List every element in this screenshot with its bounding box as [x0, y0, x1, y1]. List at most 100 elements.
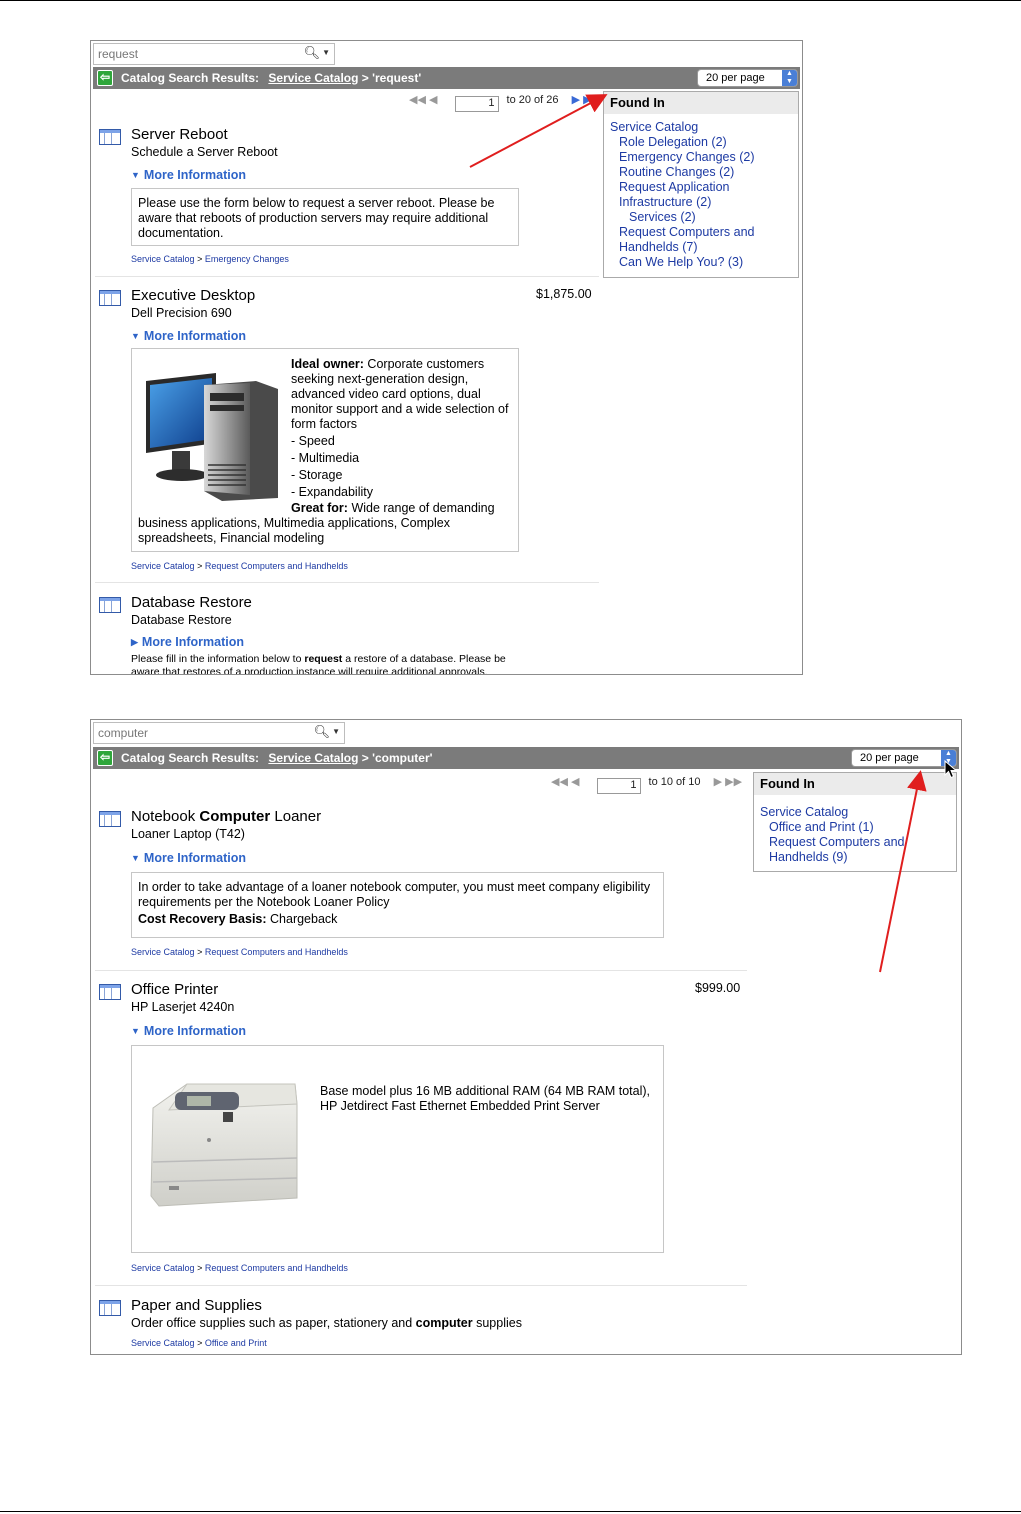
great-for-label: Great for: — [291, 501, 348, 515]
more-information-label: More Information — [143, 1024, 247, 1038]
search-panel-request: 🔍︎▼ ⇦ Catalog Search Results: Service Ca… — [90, 40, 803, 675]
title-suffix: > 'computer' — [361, 751, 433, 765]
crumb-root-link[interactable]: Service Catalog — [131, 561, 195, 571]
page-title: Catalog Search Results: Service Catalog … — [121, 71, 421, 85]
chevron-down-icon[interactable]: ▼ — [332, 727, 340, 736]
found-in-item[interactable]: Can We Help You? (3) — [610, 255, 792, 270]
found-in-item[interactable]: Service Catalog — [760, 805, 950, 820]
more-information-toggle[interactable]: ▼ More Information — [131, 329, 246, 343]
chevron-down-icon[interactable]: ▼ — [322, 48, 330, 57]
back-arrow-icon[interactable]: ⇦ — [97, 70, 113, 86]
crumb-root-link[interactable]: Service Catalog — [131, 947, 195, 957]
cost-recovery-label: Cost Recovery Basis: — [138, 912, 267, 926]
triangle-down-icon: ▼ — [131, 1026, 140, 1036]
title-part: Loaner — [274, 808, 322, 825]
description-box: Base model plus 16 MB additional RAM (64… — [131, 1045, 664, 1253]
found-in-list: Service Catalog Office and Print (1) Req… — [754, 795, 956, 869]
result-subtitle: Order office supplies such as paper, sta… — [131, 1316, 522, 1330]
found-in-item[interactable]: Handhelds (7) — [610, 240, 792, 255]
crumb-leaf-link[interactable]: Emergency Changes — [205, 254, 289, 264]
found-in-item[interactable]: Emergency Changes (2) — [610, 150, 792, 165]
title-link-service-catalog[interactable]: Service Catalog — [268, 751, 358, 765]
more-information-toggle[interactable]: ▼ More Information — [131, 168, 246, 182]
found-in-item[interactable]: Request Application — [610, 180, 792, 195]
next-page-icon[interactable]: ▶ — [572, 94, 580, 106]
more-information-toggle[interactable]: ▼ More Information — [131, 1024, 246, 1038]
result-separator — [95, 970, 747, 971]
found-in-item[interactable]: Office and Print (1) — [760, 820, 950, 835]
found-in-item[interactable]: Request Computers and — [610, 225, 792, 240]
found-in-panel: Found In Service Catalog Office and Prin… — [753, 772, 957, 872]
first-page-icon[interactable]: ◀◀ — [409, 94, 426, 106]
page-number-input[interactable]: 1 — [454, 96, 499, 112]
page-number-input[interactable]: 1 — [596, 778, 641, 794]
result-item: Office Printer HP Laserjet 4240n $999.00… — [99, 981, 749, 1274]
per-page-select[interactable]: 20 per page ▲ ▼ — [851, 749, 957, 767]
result-title[interactable]: Office Printer — [131, 981, 218, 998]
more-information-toggle[interactable]: ▶ More Information — [131, 635, 244, 649]
found-in-item[interactable]: Infrastructure (2) — [610, 195, 792, 210]
page-bottom-rule — [0, 1511, 1021, 1512]
prev-page-icon[interactable]: ◀ — [571, 776, 579, 788]
title-prefix: Catalog Search Results: — [121, 751, 260, 765]
first-page-icon[interactable]: ◀◀ — [551, 776, 568, 788]
last-page-icon[interactable]: ▶▶ — [725, 776, 742, 788]
search-input[interactable] — [94, 44, 257, 64]
crumb-root-link[interactable]: Service Catalog — [131, 1263, 195, 1273]
result-title[interactable]: Database Restore — [131, 594, 252, 611]
search-input[interactable] — [94, 723, 257, 743]
found-in-item[interactable]: Role Delegation (2) — [610, 135, 792, 150]
crumb-leaf-link[interactable]: Request Computers and Handhelds — [205, 561, 348, 571]
search-icon[interactable]: 🔍︎ ▼ — [304, 45, 330, 61]
next-page-icon[interactable]: ▶ — [714, 776, 722, 788]
more-information-toggle[interactable]: ▼ More Information — [131, 851, 246, 865]
search-icon[interactable]: 🔍︎ ▼ — [314, 724, 340, 740]
per-page-select[interactable]: 20 per page ▲ ▼ — [697, 69, 798, 87]
feature-list: - Speed - Multimedia - Storage - Expanda… — [291, 433, 373, 501]
subtitle-part: supplies — [476, 1316, 522, 1330]
crumb-root-link[interactable]: Service Catalog — [131, 1338, 195, 1348]
description-text: Please fill in the information below to … — [131, 653, 517, 674]
title-link-service-catalog[interactable]: Service Catalog — [268, 71, 358, 85]
result-title[interactable]: Executive Desktop — [131, 287, 255, 304]
found-in-item[interactable]: Handhelds (9) — [760, 850, 950, 865]
more-information-label: More Information — [143, 168, 247, 182]
found-in-item[interactable]: Routine Changes (2) — [610, 165, 792, 180]
catalog-item-icon — [99, 129, 121, 145]
select-arrows-icon[interactable]: ▲ ▼ — [782, 70, 797, 86]
triangle-down-icon: ▼ — [131, 331, 140, 341]
per-page-value: 20 per page — [706, 72, 765, 84]
pager: ◀◀ ◀ 1 to 10 of 10 ▶ ▶▶ — [551, 775, 742, 794]
result-title[interactable]: Notebook Computer Loaner — [131, 808, 321, 825]
crumb-root-link[interactable]: Service Catalog — [131, 254, 195, 264]
found-in-item[interactable]: Services (2) — [610, 210, 792, 225]
crumb-leaf-link[interactable]: Office and Print — [205, 1338, 267, 1348]
description-text: Base model plus 16 MB additional RAM (64… — [320, 1084, 650, 1113]
result-separator — [95, 276, 599, 277]
result-title[interactable]: Server Reboot — [131, 126, 228, 143]
description-part: Please fill in the information below to — [131, 653, 302, 665]
page-range: to 20 of 26 — [506, 94, 559, 106]
page-range: to 10 of 10 — [648, 776, 701, 788]
title-highlight: Computer — [199, 808, 271, 825]
result-title[interactable]: Paper and Supplies — [131, 1297, 262, 1314]
ideal-owner-text: Ideal owner: Corporate customers seeking… — [291, 357, 513, 432]
result-subtitle: Schedule a Server Reboot — [131, 145, 278, 159]
search-box[interactable]: 🔍︎▼ — [93, 722, 345, 744]
last-page-icon[interactable]: ▶▶ — [583, 94, 600, 106]
crumb-leaf-link[interactable]: Request Computers and Handhelds — [205, 1263, 348, 1273]
found-in-list: Service Catalog Role Delegation (2) Emer… — [604, 114, 798, 274]
found-in-item[interactable]: Service Catalog — [610, 120, 792, 135]
results-titlebar: ⇦ Catalog Search Results: Service Catalo… — [93, 747, 959, 769]
result-breadcrumb: Service Catalog > Request Computers and … — [131, 561, 348, 571]
found-in-item[interactable]: Request Computers and — [760, 835, 950, 850]
cost-recovery: Cost Recovery Basis: Chargeback — [138, 912, 657, 927]
search-box[interactable]: 🔍︎▼ — [93, 43, 335, 65]
crumb-leaf-link[interactable]: Request Computers and Handhelds — [205, 947, 348, 957]
triangle-right-icon: ▶ — [131, 637, 138, 647]
catalog-item-icon — [99, 811, 121, 827]
results-titlebar: ⇦ Catalog Search Results: Service Catalo… — [93, 67, 800, 89]
back-arrow-icon[interactable]: ⇦ — [97, 750, 113, 766]
title-part: Notebook — [131, 808, 196, 825]
prev-page-icon[interactable]: ◀ — [429, 94, 437, 106]
